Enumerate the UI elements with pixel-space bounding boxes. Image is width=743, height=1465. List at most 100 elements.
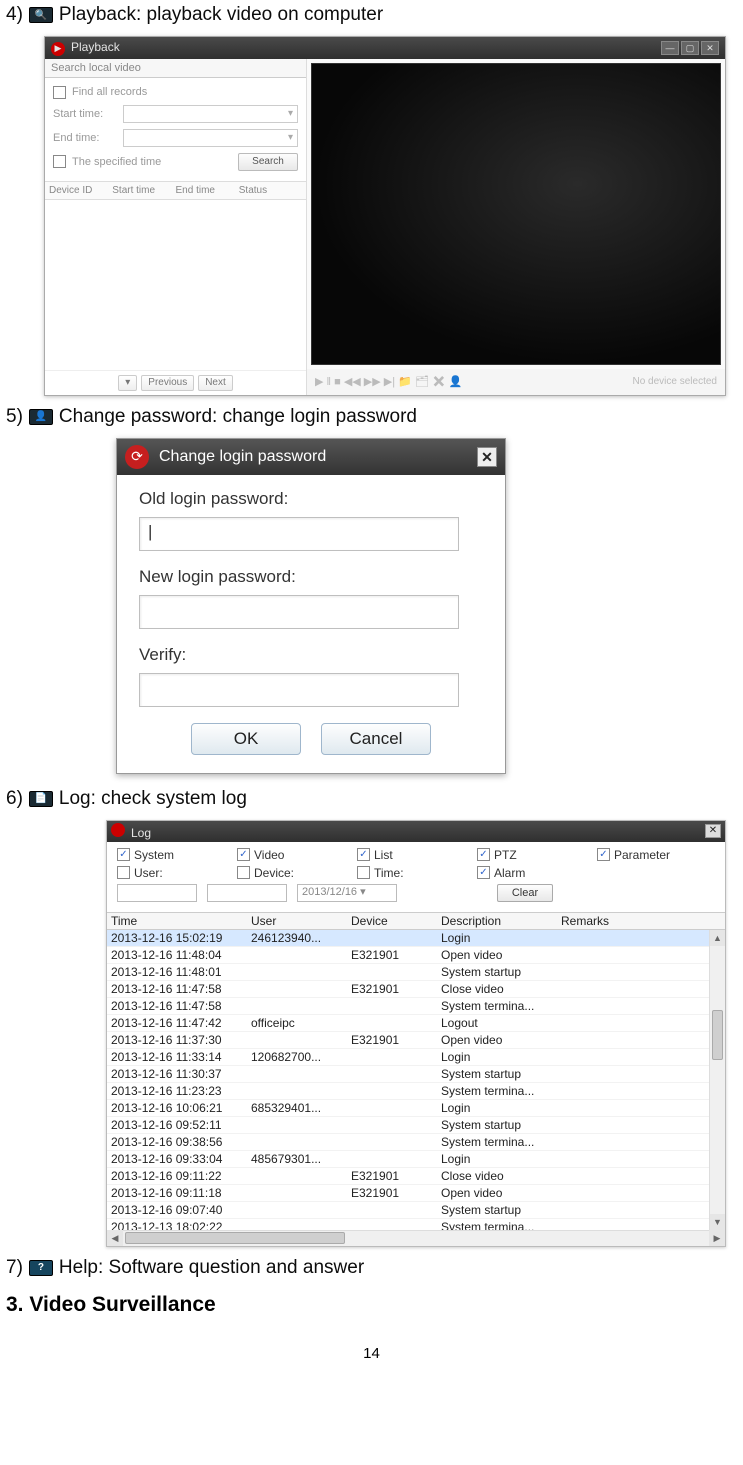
item-6-num: 6) [6, 788, 23, 810]
checkbox-icon[interactable] [117, 848, 130, 861]
item-4-num: 4) [6, 4, 23, 26]
filter-label: Video [254, 848, 284, 862]
ok-button[interactable]: OK [191, 723, 301, 755]
cancel-button[interactable]: Cancel [321, 723, 431, 755]
cell [247, 981, 347, 997]
app-icon: ▶ [51, 42, 65, 56]
checkbox-icon[interactable] [477, 866, 490, 879]
end-time-input[interactable]: ▾ [123, 129, 298, 147]
new-pw-label: New login password: [139, 567, 483, 587]
table-row[interactable]: 2013-12-16 11:48:04E321901Open video [107, 947, 725, 964]
scroll-up-icon[interactable]: ▲ [710, 930, 725, 946]
filter-time[interactable]: Time: [357, 866, 467, 880]
verify-pw-input[interactable] [139, 673, 459, 707]
cell [347, 1083, 437, 1099]
cell [557, 998, 725, 1014]
cell: Open video [437, 947, 557, 963]
start-time-label: Start time: [53, 108, 117, 120]
table-row[interactable]: 2013-12-16 09:11:18E321901Open video [107, 1185, 725, 1202]
cell [557, 1185, 725, 1201]
table-row[interactable]: 2013-12-16 11:47:58E321901Close video [107, 981, 725, 998]
filter-device[interactable]: Device: [237, 866, 347, 880]
filter-system[interactable]: System [117, 848, 227, 862]
filter-alarm[interactable]: Alarm [477, 866, 587, 880]
log-titlebar[interactable]: Log ✕ [107, 821, 725, 842]
table-row[interactable]: 2013-12-16 11:30:37System startup [107, 1066, 725, 1083]
cell: Close video [437, 981, 557, 997]
filter-label: System [134, 848, 174, 862]
cell [247, 1202, 347, 1218]
table-row[interactable]: 2013-12-16 11:47:42officeipcLogout [107, 1015, 725, 1032]
col-user: User [247, 913, 347, 929]
table-row[interactable]: 2013-12-16 11:48:01System startup [107, 964, 725, 981]
device-filter-input[interactable] [207, 884, 287, 902]
next-button[interactable]: Next [198, 375, 233, 391]
page-select[interactable]: ▾ [118, 375, 137, 391]
filter-list[interactable]: List [357, 848, 467, 862]
table-row[interactable]: 2013-12-16 11:23:23System termina... [107, 1083, 725, 1100]
cell [247, 1168, 347, 1184]
table-row[interactable]: 2013-12-16 11:47:58System termina... [107, 998, 725, 1015]
filter-video[interactable]: Video [237, 848, 347, 862]
horizontal-scrollbar[interactable]: ◀ ▶ [107, 1230, 725, 1246]
playback-left-panel: Search local video Find all records Star… [45, 59, 307, 395]
scroll-right-icon[interactable]: ▶ [709, 1230, 725, 1246]
table-row[interactable]: 2013-12-16 10:06:21685329401...Login [107, 1100, 725, 1117]
table-row[interactable]: 2013-12-13 18:02:22System termina... [107, 1219, 725, 1230]
search-tab[interactable]: Search local video [45, 59, 306, 78]
cp-titlebar[interactable]: ⟳Change login password ✕ [117, 439, 505, 475]
checkbox-icon[interactable] [477, 848, 490, 861]
cell [557, 1117, 725, 1133]
close-button[interactable]: ✕ [701, 41, 719, 55]
minimize-button[interactable]: — [661, 41, 679, 55]
checkbox-icon[interactable] [357, 848, 370, 861]
time-filter-input[interactable]: 2013/12/16 ▾ [297, 884, 397, 902]
hscroll-thumb[interactable] [125, 1232, 345, 1244]
filter-label: User: [134, 866, 163, 880]
search-button[interactable]: Search [238, 153, 298, 171]
user-icon: 👤 [29, 409, 53, 425]
scroll-thumb[interactable] [712, 1010, 723, 1060]
cell: 120682700... [247, 1049, 347, 1065]
play-controls-icons[interactable]: ▶ ‖ ■ ◀◀ ▶▶ ▶| 📁 🗂 ✖ 👤 [315, 375, 463, 388]
filter-ptz[interactable]: PTZ [477, 848, 587, 862]
cell [247, 1083, 347, 1099]
filter-label: Time: [374, 866, 404, 880]
playback-titlebar[interactable]: ▶Playback — ▢ ✕ [45, 37, 725, 59]
vertical-scrollbar[interactable]: ▲ ▼ [709, 930, 725, 1230]
new-pw-input[interactable] [139, 595, 459, 629]
scroll-down-icon[interactable]: ▼ [710, 1214, 725, 1230]
table-row[interactable]: 2013-12-16 09:33:04485679301...Login [107, 1151, 725, 1168]
specified-checkbox[interactable] [53, 155, 66, 168]
checkbox-icon[interactable] [237, 866, 250, 879]
clear-button[interactable]: Clear [497, 884, 553, 902]
log-close-button[interactable]: ✕ [705, 824, 721, 838]
table-row[interactable]: 2013-12-16 15:02:19246123940...Login [107, 930, 725, 947]
checkbox-icon[interactable] [117, 866, 130, 879]
user-filter-input[interactable] [117, 884, 197, 902]
scroll-left-icon[interactable]: ◀ [107, 1230, 123, 1246]
filter-user[interactable]: User: [117, 866, 227, 880]
cell: 2013-12-16 09:07:40 [107, 1202, 247, 1218]
checkbox-icon[interactable] [597, 848, 610, 861]
table-row[interactable]: 2013-12-16 09:11:22E321901Close video [107, 1168, 725, 1185]
cell: 2013-12-16 11:37:30 [107, 1032, 247, 1048]
filter-parameter[interactable]: Parameter [597, 848, 707, 862]
maximize-button[interactable]: ▢ [681, 41, 699, 55]
old-pw-input[interactable]: | [139, 517, 459, 551]
checkbox-icon[interactable] [237, 848, 250, 861]
table-row[interactable]: 2013-12-16 09:52:11System startup [107, 1117, 725, 1134]
checkbox-icon[interactable] [357, 866, 370, 879]
start-time-input[interactable]: ▾ [123, 105, 298, 123]
log-window: Log ✕ System Video List PTZ Parameter User: D… [106, 820, 726, 1247]
cell: 2013-12-16 09:33:04 [107, 1151, 247, 1167]
item-7-line: 7) ? Help: Software question and answer [6, 1257, 737, 1279]
table-row[interactable]: 2013-12-16 09:07:40System startup [107, 1202, 725, 1219]
table-row[interactable]: 2013-12-16 11:33:14120682700...Login [107, 1049, 725, 1066]
prev-button[interactable]: Previous [141, 375, 194, 391]
cp-close-button[interactable]: ✕ [477, 447, 497, 467]
table-row[interactable]: 2013-12-16 11:37:30E321901Open video [107, 1032, 725, 1049]
cell [557, 964, 725, 980]
find-all-checkbox[interactable] [53, 86, 66, 99]
table-row[interactable]: 2013-12-16 09:38:56System termina... [107, 1134, 725, 1151]
